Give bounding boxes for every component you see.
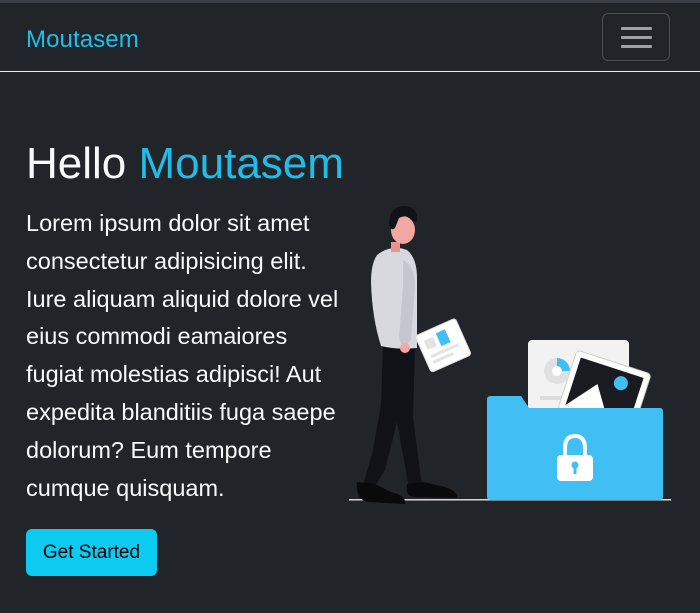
folder-icon [487, 396, 663, 500]
hero-title: Hello Moutasem [26, 136, 344, 192]
get-started-button[interactable]: Get Started [26, 529, 157, 576]
navbar-brand[interactable]: Moutasem [26, 25, 139, 55]
hero-title-prefix: Hello [26, 139, 127, 188]
document-held [415, 318, 472, 373]
navbar-toggler-button[interactable] [602, 13, 670, 61]
navbar: Moutasem [0, 3, 700, 72]
hero-title-accent: Moutasem [138, 139, 344, 188]
hero-illustration [349, 206, 671, 504]
hero-paragraph: Lorem ipsum dolor sit amet consectetur a… [26, 210, 339, 501]
